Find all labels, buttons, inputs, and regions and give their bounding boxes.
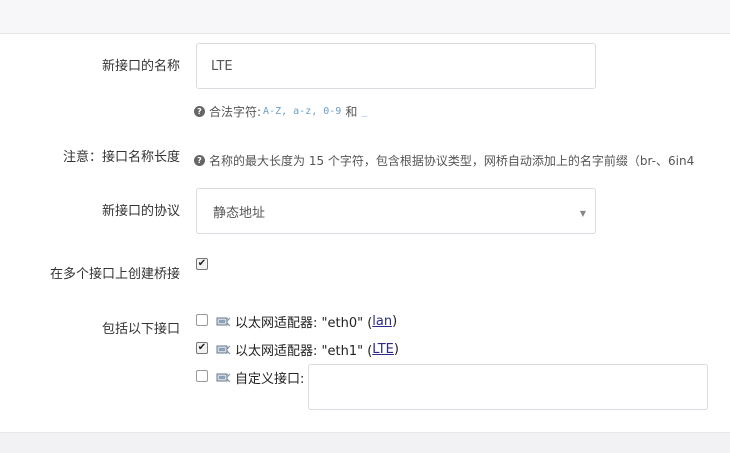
lan-link[interactable]: lan (372, 314, 392, 329)
ethernet-adapter-icon (216, 373, 231, 383)
question-circle-icon: ? (194, 106, 205, 117)
bridge-checkbox[interactable]: ✔ (196, 258, 208, 270)
eth0-checkbox[interactable] (196, 314, 208, 326)
interface-option-eth1: 以太网适配器: "eth1" (LTE) (216, 340, 399, 359)
ethernet-adapter-icon (216, 317, 231, 327)
eth0-label-prefix: 以太网适配器: "eth0" ( (235, 316, 373, 331)
note-text-body: 名称的最大长度为 15 个字符，包含根据协议类型，网桥自动添加上的名字前缀（br… (209, 154, 695, 168)
protocol-select-value: 静态地址 (213, 205, 266, 221)
interface-option-eth0: 以太网适配器: "eth0" (lan) (216, 312, 397, 331)
interface-name-input[interactable] (196, 43, 596, 89)
custom-interface-checkbox[interactable] (196, 370, 208, 382)
bridge-label: 在多个接口上创建桥接 (49, 267, 180, 282)
name-hint-and: 和 (345, 105, 358, 119)
interface-option-custom: 自定义接口: (216, 368, 304, 387)
eth1-label-prefix: 以太网适配器: "eth1" ( (235, 344, 373, 359)
name-hint-prefix: 合法字符: (209, 105, 262, 119)
custom-interface-label: 自定义接口: (235, 372, 305, 387)
eth0-label-suffix: ) (392, 314, 398, 329)
note-label: 注意：接口名称长度 (62, 150, 180, 165)
question-circle-icon: ? (194, 155, 205, 166)
protocol-label: 新接口的协议 (101, 204, 180, 219)
name-label: 新接口的名称 (101, 59, 180, 74)
eth1-label-suffix: ) (393, 342, 399, 357)
include-label: 包括以下接口 (101, 322, 180, 337)
ethernet-adapter-icon (216, 345, 231, 355)
note-text: ? 名称的最大长度为 15 个字符，包含根据协议类型，网桥自动添加上的名字前缀（… (194, 152, 694, 169)
name-hint: ? 合法字符: A-Z, a-z, 0-9 和 _ (194, 103, 367, 120)
custom-interface-input[interactable] (308, 364, 708, 410)
caret-down-icon: ▼ (579, 209, 586, 218)
bottom-band (0, 432, 730, 453)
protocol-select[interactable]: 静态地址 ▼ (196, 188, 596, 234)
name-hint-chars: A-Z, a-z, 0-9 (263, 106, 342, 117)
lte-link[interactable]: LTE (372, 342, 394, 357)
eth1-checkbox[interactable]: ✔ (196, 342, 208, 354)
top-band (0, 0, 730, 34)
name-hint-underscore: _ (361, 106, 368, 117)
